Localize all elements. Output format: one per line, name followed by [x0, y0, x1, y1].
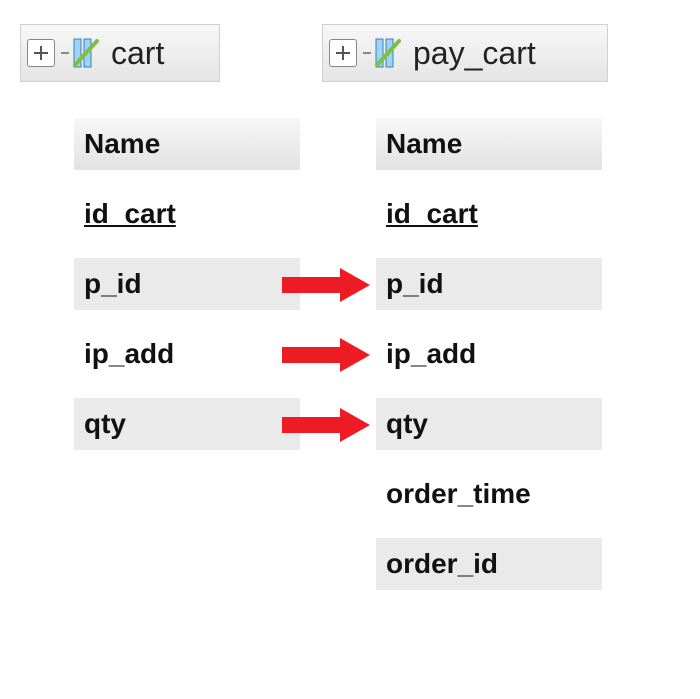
- column-p-id: p_id: [74, 258, 300, 310]
- column-id-cart: id_cart: [376, 188, 602, 240]
- connector-dash: [61, 52, 69, 54]
- column-ip-add: ip_add: [376, 328, 602, 380]
- table-pay-cart: pay_cart Name id_cart p_id ip_add qty or…: [322, 24, 608, 608]
- table-cart: cart Name id_cart p_id ip_add qty: [20, 24, 300, 468]
- column-order-time: order_time: [376, 468, 602, 520]
- columns-pay-cart: Name id_cart p_id ip_add qty order_time …: [376, 118, 608, 590]
- column-header: Name: [74, 118, 300, 170]
- table-title-pay-cart: pay_cart: [413, 35, 536, 72]
- column-header: Name: [376, 118, 602, 170]
- column-id-cart: id_cart: [74, 188, 300, 240]
- arrow-qty: [282, 408, 372, 442]
- expand-icon[interactable]: [329, 39, 357, 67]
- table-icon: [71, 35, 101, 71]
- table-icon: [373, 35, 403, 71]
- expand-icon[interactable]: [27, 39, 55, 67]
- table-title-cart: cart: [111, 35, 164, 72]
- connector-dash: [363, 52, 371, 54]
- column-qty: qty: [376, 398, 602, 450]
- columns-cart: Name id_cart p_id ip_add qty: [74, 118, 300, 450]
- column-ip-add: ip_add: [74, 328, 300, 380]
- column-order-id: order_id: [376, 538, 602, 590]
- column-qty: qty: [74, 398, 300, 450]
- column-p-id: p_id: [376, 258, 602, 310]
- arrow-ip-add: [282, 338, 372, 372]
- table-header-pay-cart: pay_cart: [322, 24, 608, 82]
- arrow-p-id: [282, 268, 372, 302]
- table-header-cart: cart: [20, 24, 220, 82]
